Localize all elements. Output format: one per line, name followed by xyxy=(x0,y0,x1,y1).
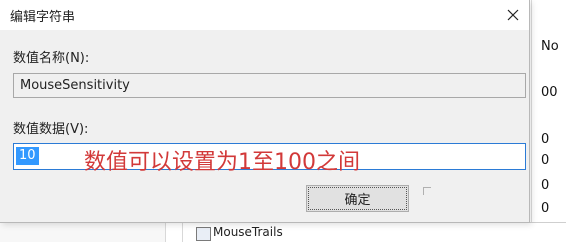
edit-string-dialog: 编辑字符串 数值名称(N): MouseSensitivity 数值数据(V):… xyxy=(0,0,530,223)
background-value: 0 xyxy=(541,153,550,168)
value-name-field: MouseSensitivity xyxy=(13,73,526,98)
close-button[interactable] xyxy=(497,0,529,30)
annotation-text: 数值可以设置为1至100之间 xyxy=(84,150,360,175)
column-divider xyxy=(182,223,183,242)
ok-button-label: 确定 xyxy=(344,193,371,208)
value-data-label: 数值数据(V): xyxy=(13,122,89,137)
background-value: 0 xyxy=(541,132,550,147)
value-name-label: 数值名称(N): xyxy=(13,51,90,66)
background-value: No xyxy=(541,39,559,54)
registry-value-name[interactable]: MouseTrails xyxy=(213,225,283,239)
ok-button[interactable]: 确定 xyxy=(306,185,409,212)
title-bar[interactable]: 编辑字符串 xyxy=(0,0,529,30)
background-value: 0 xyxy=(541,201,550,216)
background-tree-pane xyxy=(0,223,166,242)
corner-mark xyxy=(423,187,431,195)
background-value: 0 xyxy=(541,178,550,193)
registry-value-icon xyxy=(196,227,211,241)
background-value: 00 xyxy=(541,85,558,100)
close-icon xyxy=(507,9,519,21)
value-data-selected-text: 10 xyxy=(16,147,39,165)
dialog-title: 编辑字符串 xyxy=(10,10,76,25)
